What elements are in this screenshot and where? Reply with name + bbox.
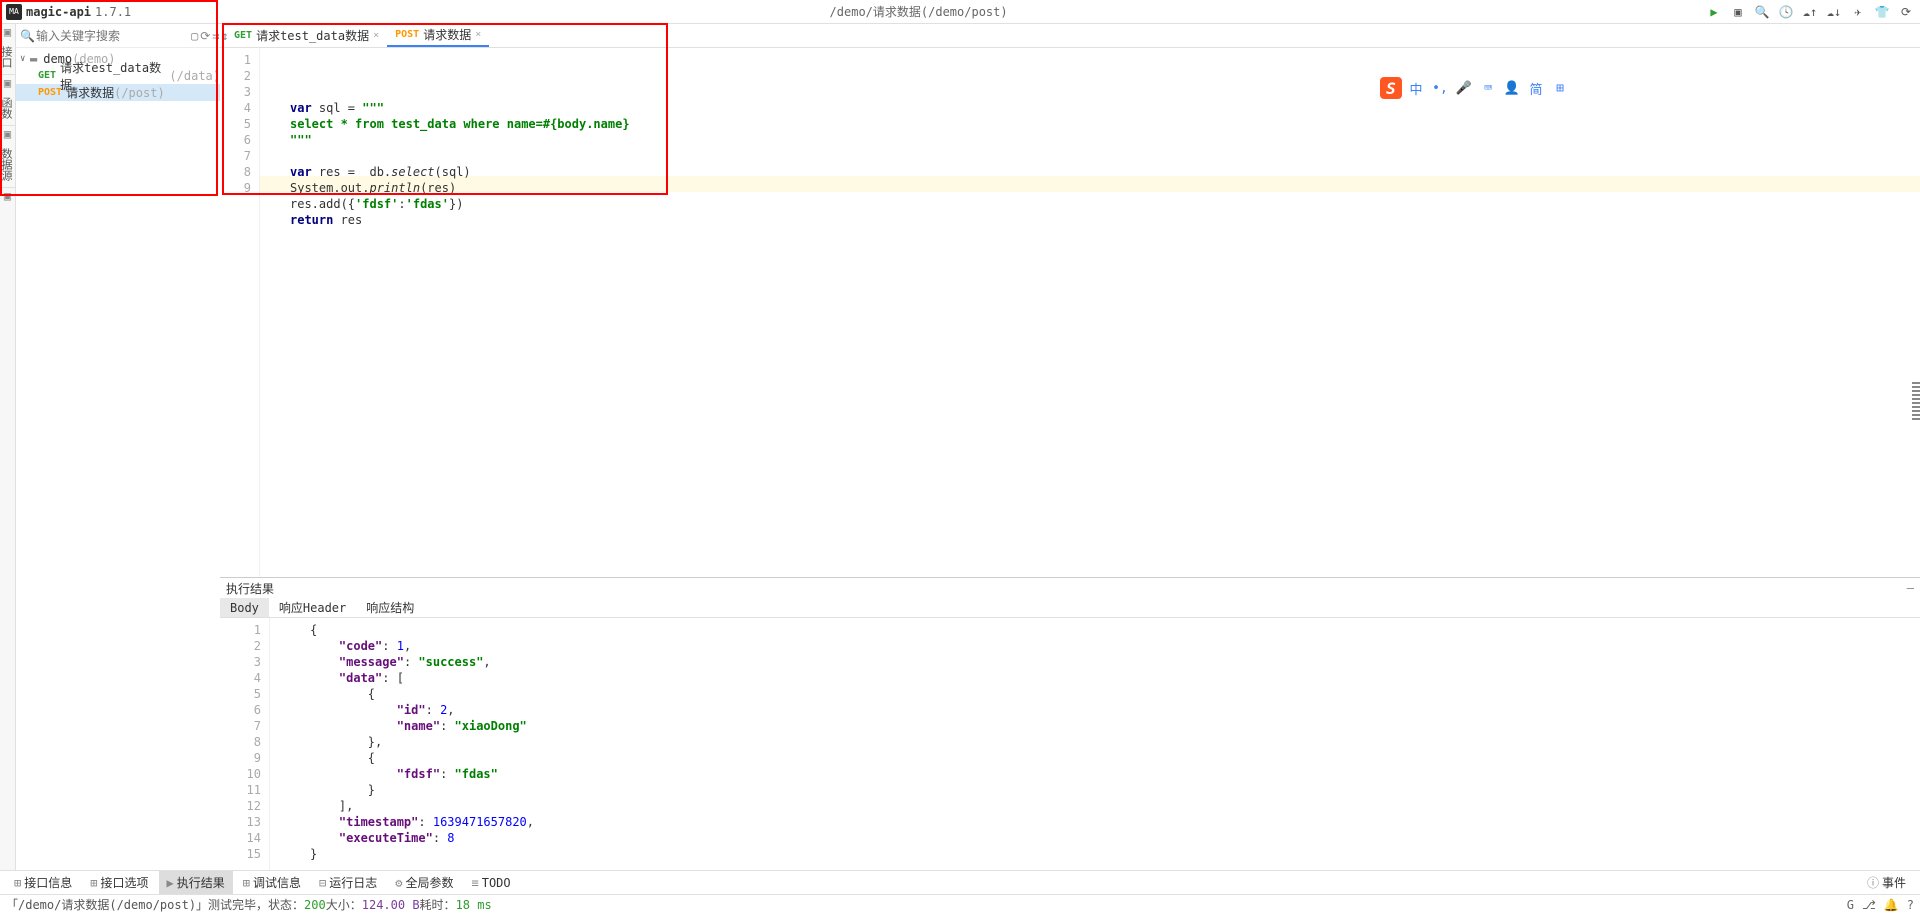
search-input[interactable] [36, 29, 189, 43]
folder-icon[interactable]: ▣ [0, 75, 15, 91]
folder-icon[interactable]: ▣ [0, 188, 15, 204]
app-title: magic-api [26, 5, 91, 19]
drag-handle[interactable] [1912, 380, 1920, 420]
search-icon: 🔍 [20, 29, 34, 43]
bottom-toolbar: ⊞接口信息 ⊞接口选项 ▶执行结果 ⊞调试信息 ⊟运行日志 ⚙全局参数 ≡TOD… [0, 870, 1920, 894]
result-panel: 执行结果 — Body 响应Header 响应结构 12345678910111… [220, 577, 1920, 870]
ime-simp[interactable]: 简 [1526, 78, 1546, 98]
result-tab-header[interactable]: 响应Header [269, 598, 356, 617]
tree-item-get[interactable]: GET 请求test_data数据 (/data) [16, 67, 220, 84]
folder-icon: ▬ [30, 52, 37, 66]
status-text: 「/demo/请求数据(/demo/post)」测试完毕，状态： [6, 896, 304, 913]
result-tabs: Body 响应Header 响应结构 [220, 598, 1920, 618]
ime-bar[interactable]: S 中 •, 🎤 ⌨ 👤 简 ⊞ [1380, 77, 1570, 99]
result-title: 执行结果 [226, 580, 274, 597]
tab-label: 请求test_data数据 [256, 27, 369, 44]
new-icon[interactable]: ▢ [191, 29, 198, 43]
close-icon[interactable]: × [475, 29, 481, 40]
api-tree: ∨ ▬ demo (demo) GET 请求test_data数据 (/data… [16, 48, 220, 870]
status-code: 200 [304, 898, 326, 912]
tab-get[interactable]: GET 请求test_data数据 × [226, 24, 387, 47]
app-version: 1.7.1 [95, 5, 131, 19]
header: MA magic-api 1.7.1 /demo/请求数据(/demo/post… [0, 0, 1920, 24]
result-content[interactable]: { "code": 1, "message": "success", "data… [270, 618, 1920, 870]
rail-tab-func[interactable]: 函数 [0, 91, 15, 126]
left-rail: ▣ 接口 ▣ 函数 ▣ 数据源 ▣ [0, 24, 16, 870]
editor-tabs: GET 请求test_data数据 × POST 请求数据 × [220, 24, 1920, 48]
footer-btn-todo[interactable]: ≡TODO [464, 871, 519, 894]
code-editor[interactable]: 123456789 var sql = """select * from tes… [220, 48, 1920, 577]
keyboard-icon[interactable]: ⌨ [1478, 78, 1498, 98]
search-icon[interactable]: 🔍 [1754, 4, 1770, 20]
refresh-icon[interactable]: ⟳ [1898, 4, 1914, 20]
sidebar: 🔍 ▢ ⟳ ⇉ ↕ ∨ ▬ demo (demo) GET 请求test_dat… [16, 24, 220, 870]
send-icon[interactable]: ✈ [1850, 4, 1866, 20]
main-area: GET 请求test_data数据 × POST 请求数据 × 12345678… [220, 24, 1920, 870]
footer-btn-global[interactable]: ⚙全局参数 [387, 871, 461, 894]
ime-lang[interactable]: 中 [1406, 78, 1426, 98]
item-path: (/data) [169, 69, 220, 83]
run-icon[interactable]: ▶ [1706, 4, 1722, 20]
header-tools: ▶ ▣ 🔍 🕓 ☁↑ ☁↓ ✈ 👕 ⟳ [1706, 4, 1914, 20]
mic-icon[interactable]: 🎤 [1454, 78, 1474, 98]
close-icon[interactable]: × [373, 30, 379, 41]
tab-post[interactable]: POST 请求数据 × [387, 24, 489, 47]
status-size-label: 大小： [326, 896, 362, 913]
help-icon[interactable]: ? [1907, 898, 1914, 912]
upload-icon[interactable]: ☁↑ [1802, 4, 1818, 20]
tree-item-post[interactable]: POST 请求数据 (/post) [16, 84, 220, 101]
code-content[interactable]: var sql = """select * from test_data whe… [260, 48, 1920, 577]
download-icon[interactable]: ☁↓ [1826, 4, 1842, 20]
ime-punct[interactable]: •, [1430, 78, 1450, 98]
history-icon[interactable]: 🕓 [1778, 4, 1794, 20]
item-path: (/post) [114, 86, 165, 100]
footer-btn-result[interactable]: ▶执行结果 [159, 871, 233, 894]
result-body[interactable]: 123456789101112131415 { "code": 1, "mess… [220, 618, 1920, 870]
app-logo: MA [6, 4, 22, 20]
sogou-logo-icon[interactable]: S [1380, 77, 1402, 99]
rail-tab-ds[interactable]: 数据源 [0, 142, 15, 188]
method-badge: POST [395, 29, 419, 40]
result-tab-body[interactable]: Body [220, 598, 269, 617]
line-gutter: 123456789 [220, 48, 260, 577]
bell-icon[interactable]: 🔔 [1884, 898, 1899, 912]
status-size: 124.00 B [362, 898, 420, 912]
tshirt-icon[interactable]: 👕 [1874, 4, 1890, 20]
stop-icon[interactable]: ▣ [1730, 4, 1746, 20]
grid-icon[interactable]: ⊞ [1550, 78, 1570, 98]
user-icon[interactable]: 👤 [1502, 78, 1522, 98]
method-badge: GET [234, 30, 252, 41]
refresh-tree-icon[interactable]: ⟳ [200, 29, 210, 43]
breadcrumb-path: /demo/请求数据(/demo/post) [131, 3, 1706, 20]
rail-tab-api[interactable]: 接口 [0, 40, 15, 75]
footer-btn-debug[interactable]: ⊞调试信息 [235, 871, 309, 894]
status-right-icons: G ⎇ 🔔 ? [1847, 898, 1914, 912]
gitee-icon[interactable]: G [1847, 898, 1854, 912]
status-time: 18 ms [456, 898, 492, 912]
result-tab-struct[interactable]: 响应结构 [356, 598, 424, 617]
chevron-down-icon: ∨ [20, 54, 30, 64]
tab-label: 请求数据 [423, 26, 471, 43]
footer-btn-opts[interactable]: ⊞接口选项 [82, 871, 156, 894]
github-icon[interactable]: ⎇ [1862, 898, 1876, 912]
item-name: 请求数据 [66, 84, 114, 101]
line-gutter: 123456789101112131415 [220, 618, 270, 870]
footer-btn-events[interactable]: ⓘ事件 [1859, 871, 1914, 894]
method-badge: POST [38, 87, 62, 98]
minimize-icon[interactable]: — [1907, 581, 1914, 595]
status-bar: 「/demo/请求数据(/demo/post)」测试完毕，状态： 200 大小：… [0, 894, 1920, 914]
folder-icon[interactable]: ▣ [0, 126, 15, 142]
footer-btn-info[interactable]: ⊞接口信息 [6, 871, 80, 894]
folder-icon[interactable]: ▣ [0, 24, 15, 40]
footer-btn-log[interactable]: ⊟运行日志 [311, 871, 385, 894]
location-icon[interactable]: ⇉ [212, 29, 219, 43]
search-bar: 🔍 ▢ ⟳ ⇉ ↕ [16, 24, 220, 48]
status-time-label: 耗时： [420, 896, 456, 913]
method-badge: GET [38, 70, 56, 81]
